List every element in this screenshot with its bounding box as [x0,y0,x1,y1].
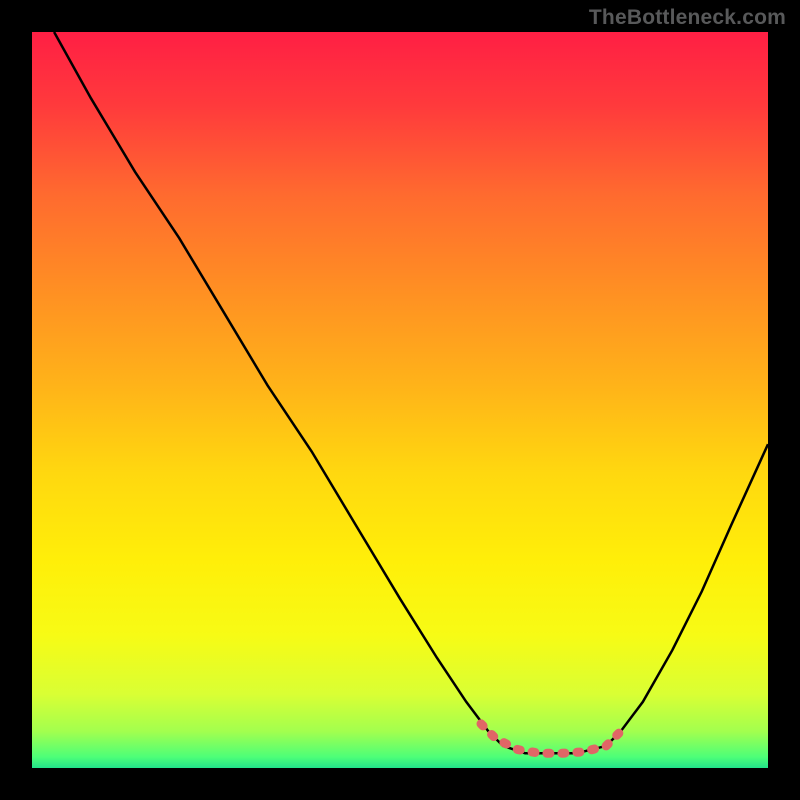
gradient-background [32,32,768,768]
watermark-text: TheBottleneck.com [589,6,786,30]
chart-svg [32,32,768,768]
plot-area [32,32,768,768]
chart-frame: TheBottleneck.com [0,0,800,800]
